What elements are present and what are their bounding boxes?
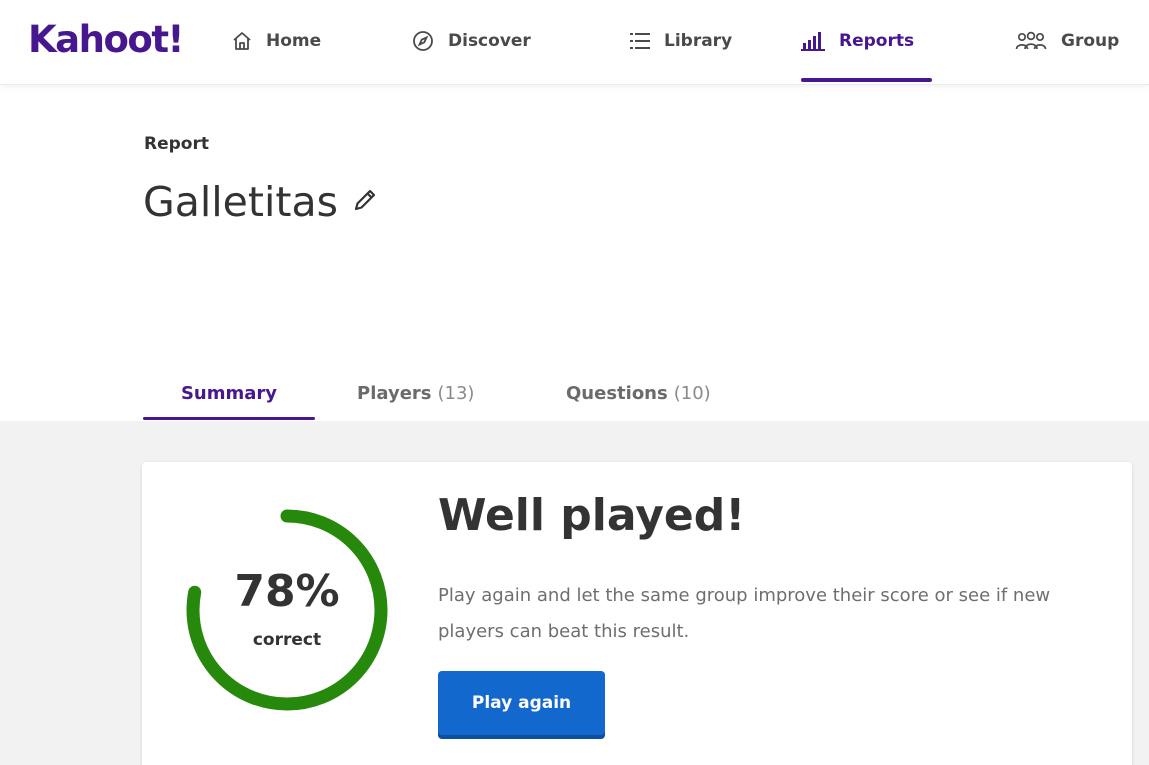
home-icon xyxy=(232,31,252,51)
kahoot-logo[interactable]: Kahoot! xyxy=(28,18,184,61)
compass-icon xyxy=(412,30,434,52)
percent-correct-value: 78% xyxy=(234,566,340,617)
page: Kahoot! Home Discover Library Reports Gr… xyxy=(0,0,1149,765)
nav-item-label: Group xyxy=(1061,31,1120,51)
nav-item-library[interactable]: Library xyxy=(630,0,732,82)
nav-item-label: Reports xyxy=(839,31,915,51)
report-title-row: Galletitas xyxy=(143,178,378,226)
tab-count: (10) xyxy=(673,382,711,404)
tab-summary[interactable]: Summary xyxy=(143,366,315,420)
nav-item-home[interactable]: Home xyxy=(232,0,321,82)
nav-item-discover[interactable]: Discover xyxy=(412,0,531,82)
nav-item-reports[interactable]: Reports xyxy=(801,0,933,82)
tab-label: Summary xyxy=(180,382,278,404)
pencil-icon[interactable] xyxy=(352,187,378,217)
groups-icon xyxy=(1015,31,1047,51)
percent-correct-label: correct xyxy=(252,630,322,650)
tab-count: (13) xyxy=(437,382,475,404)
nav-item-groups[interactable]: Group xyxy=(1015,0,1119,82)
summary-description: Play again and let the same group improv… xyxy=(438,585,1051,642)
top-navigation: Kahoot! Home Discover Library Reports Gr… xyxy=(0,0,1149,85)
bar-chart-icon xyxy=(801,31,825,51)
nav-item-label: Library xyxy=(664,31,733,51)
list-icon xyxy=(630,32,650,50)
tab-label: Players xyxy=(357,382,432,404)
tab-players[interactable]: Players (13) xyxy=(357,366,474,420)
nav-item-label: Discover xyxy=(448,31,531,51)
tab-questions[interactable]: Questions (10) xyxy=(566,366,711,420)
report-title: Galletitas xyxy=(143,178,338,226)
summary-headline: Well played! xyxy=(438,490,746,541)
tab-label: Questions xyxy=(566,382,668,404)
play-again-button[interactable]: Play again xyxy=(438,671,605,735)
nav-item-label: Home xyxy=(266,31,322,51)
report-label: Report xyxy=(144,134,209,154)
